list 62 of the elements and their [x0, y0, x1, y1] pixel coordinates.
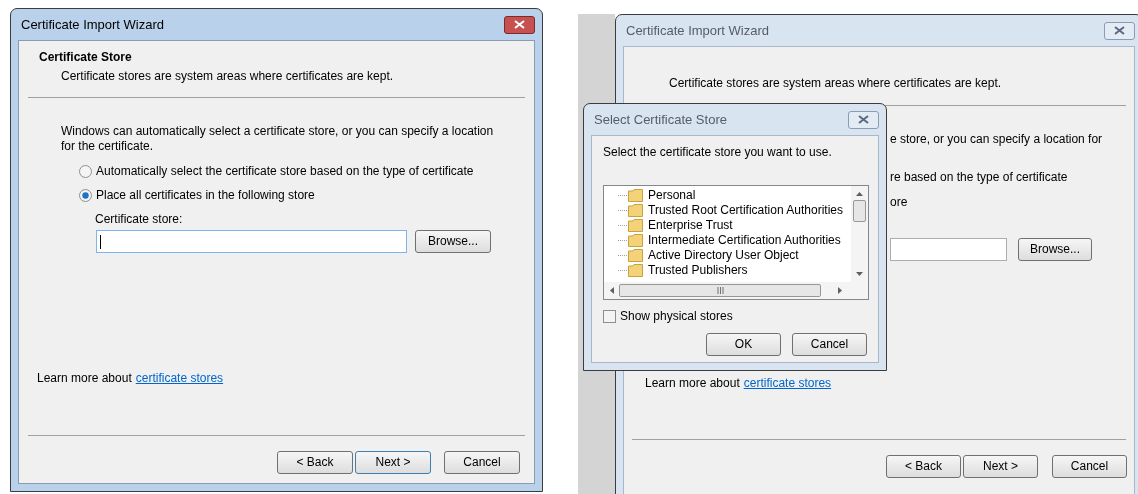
- folder-icon: [628, 189, 643, 202]
- close-button[interactable]: [504, 15, 535, 34]
- dialog-button[interactable]: Next >: [355, 451, 431, 474]
- text-field[interactable]: [96, 230, 407, 253]
- partial-text: ore: [890, 195, 909, 210]
- window-title: Select Certificate Store: [594, 110, 727, 129]
- dialog-button[interactable]: < Back: [277, 451, 353, 474]
- page-description: Certificate stores are system areas where certificates are kept.: [669, 76, 1003, 91]
- folder-icon: [628, 219, 643, 232]
- tree-item[interactable]: Trusted Publishers: [648, 263, 748, 278]
- dialog-button[interactable]: OK: [706, 333, 781, 356]
- dialog-button[interactable]: Cancel: [792, 333, 867, 356]
- folder-icon: [628, 204, 643, 217]
- learn-more-text: Learn more about: [37, 371, 132, 386]
- dialog-button[interactable]: Cancel: [444, 451, 520, 474]
- close-button[interactable]: [848, 110, 879, 129]
- scroll-thumb[interactable]: [853, 200, 866, 222]
- tree-item[interactable]: Intermediate Certification Authorities: [648, 233, 841, 248]
- radio-label[interactable]: Automatically select the certificate store based on the type of certificate: [96, 164, 474, 179]
- folder-icon: [628, 249, 643, 262]
- partial-text: e store, or you can specify a location for: [890, 132, 1104, 147]
- window-title: Certificate Import Wizard: [626, 21, 770, 40]
- vertical-scrollbar[interactable]: [851, 186, 868, 282]
- scroll-up-icon[interactable]: [855, 189, 864, 198]
- radio-label[interactable]: Place all certificates in the following store: [96, 188, 315, 203]
- dialog-prompt: Select the certificate store you want to use.: [603, 145, 833, 160]
- tree-item[interactable]: Active Directory User Object: [648, 248, 799, 263]
- folder-icon: [628, 264, 643, 277]
- radio-button[interactable]: [79, 189, 92, 202]
- tree-item[interactable]: Enterprise Trust: [648, 218, 733, 233]
- certificate-stores-link[interactable]: certificate stores: [743, 376, 832, 391]
- page-heading: Certificate Store: [39, 50, 133, 65]
- dialog-button[interactable]: Browse...: [1018, 238, 1092, 261]
- dialog-button[interactable]: < Back: [886, 455, 961, 478]
- grip-icon: [716, 287, 724, 294]
- checkbox[interactable]: [603, 310, 616, 323]
- radio-button[interactable]: [79, 165, 92, 178]
- folder-icon: [628, 234, 643, 247]
- scroll-left-icon[interactable]: [607, 286, 616, 295]
- scroll-right-icon[interactable]: [836, 286, 845, 295]
- dialog-button[interactable]: Next >: [963, 455, 1038, 478]
- scroll-down-icon[interactable]: [855, 270, 864, 279]
- checkbox-label[interactable]: Show physical stores: [620, 309, 733, 324]
- dialog-button[interactable]: Browse...: [415, 230, 491, 253]
- intro-text: Windows can automatically select a certificate store, or you can specify a location for the certificate.: [61, 124, 495, 154]
- close-icon: [858, 115, 869, 124]
- close-icon: [1114, 26, 1125, 35]
- field-label: Certificate store:: [95, 212, 184, 227]
- tree-item[interactable]: Trusted Root Certification Authorities: [648, 203, 843, 218]
- text-field[interactable]: [890, 238, 1007, 261]
- page-description: Certificate stores are system areas where certificates are kept.: [61, 69, 395, 84]
- horizontal-scrollbar[interactable]: [604, 282, 868, 299]
- tree-item[interactable]: Personal: [648, 188, 696, 203]
- certificate-stores-link[interactable]: certificate stores: [135, 371, 224, 386]
- window-title: Certificate Import Wizard: [21, 15, 165, 34]
- partial-text: re based on the type of certificate: [890, 170, 1069, 185]
- close-icon: [514, 20, 525, 29]
- close-button[interactable]: [1104, 21, 1135, 40]
- dialog-button[interactable]: Cancel: [1052, 455, 1127, 478]
- learn-more-text: Learn more about: [645, 376, 740, 391]
- text-cursor: [100, 234, 101, 249]
- scroll-thumb[interactable]: [619, 284, 821, 297]
